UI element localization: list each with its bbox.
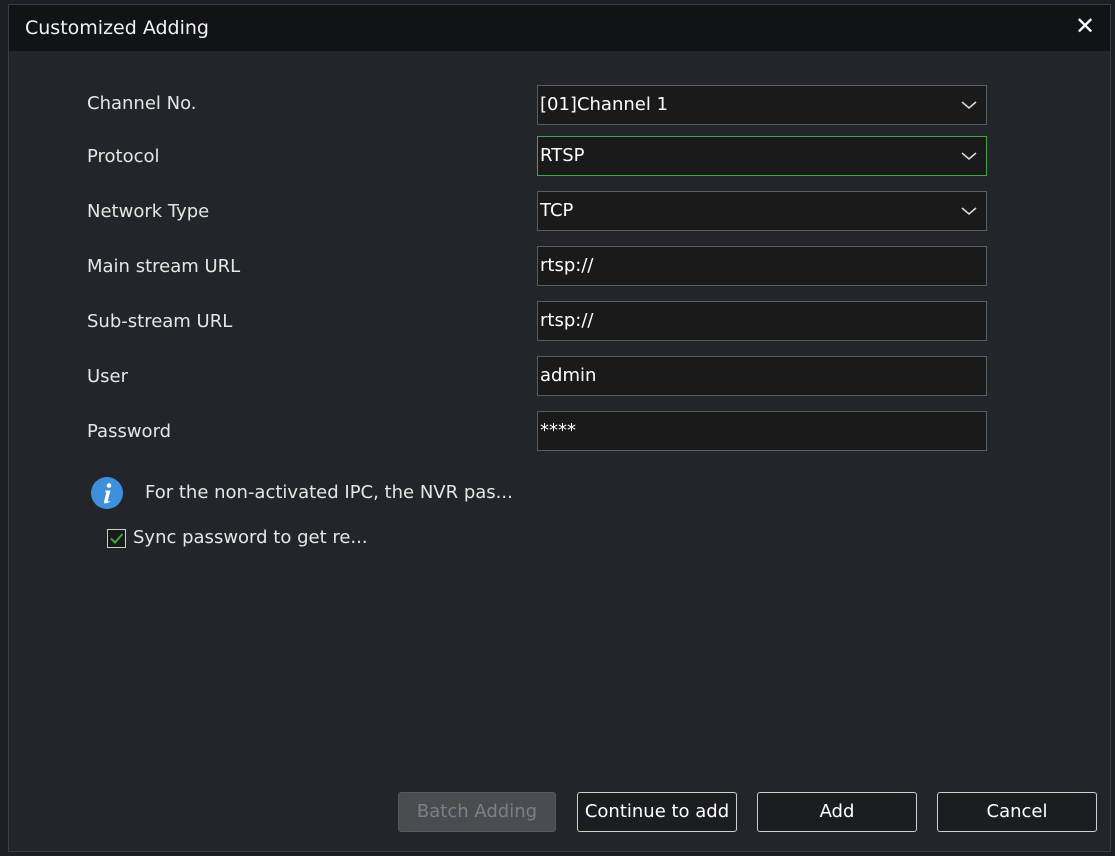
info-icon (91, 477, 123, 509)
cancel-button[interactable]: Cancel (937, 792, 1097, 832)
password-label: Password (87, 421, 172, 442)
customized-adding-dialog: Customized Adding ✕ Channel No. [01]Chan… (8, 4, 1111, 852)
main-stream-url-value: rtsp:// (540, 255, 594, 276)
protocol-label: Protocol (87, 146, 160, 167)
user-input[interactable]: admin (537, 356, 987, 396)
protocol-select[interactable]: RTSP (537, 136, 987, 176)
batch-adding-button[interactable]: Batch Adding (398, 792, 556, 832)
network-type-label: Network Type (87, 201, 210, 222)
sync-password-label: Sync password to get re... (133, 527, 368, 548)
info-glyph (103, 483, 112, 504)
checkmark-icon (110, 533, 124, 544)
add-button[interactable]: Add (757, 792, 917, 832)
protocol-value: RTSP (540, 145, 585, 166)
password-value: **** (540, 420, 576, 441)
title-bar: Customized Adding ✕ (9, 5, 1110, 51)
chevron-down-icon (961, 101, 977, 110)
network-type-value: TCP (540, 200, 574, 221)
main-stream-url-label: Main stream URL (87, 256, 241, 277)
user-value: admin (540, 365, 597, 386)
dialog-title: Customized Adding (25, 17, 209, 39)
channel-no-value: [01]Channel 1 (540, 94, 669, 115)
user-label: User (87, 366, 129, 387)
channel-no-label: Channel No. (87, 93, 197, 114)
channel-no-select[interactable]: [01]Channel 1 (537, 85, 987, 125)
password-input[interactable]: **** (537, 411, 987, 451)
info-message: For the non-activated IPC, the NVR pas..… (145, 482, 513, 503)
chevron-down-icon (961, 207, 977, 216)
sync-password-checkbox[interactable] (107, 529, 126, 548)
sub-stream-url-input[interactable]: rtsp:// (537, 301, 987, 341)
main-stream-url-input[interactable]: rtsp:// (537, 246, 987, 286)
sub-stream-url-label: Sub-stream URL (87, 311, 233, 332)
sub-stream-url-value: rtsp:// (540, 310, 594, 331)
continue-to-add-button[interactable]: Continue to add (577, 792, 737, 832)
chevron-down-icon (961, 152, 977, 161)
close-icon[interactable]: ✕ (1072, 13, 1098, 39)
network-type-select[interactable]: TCP (537, 191, 987, 231)
